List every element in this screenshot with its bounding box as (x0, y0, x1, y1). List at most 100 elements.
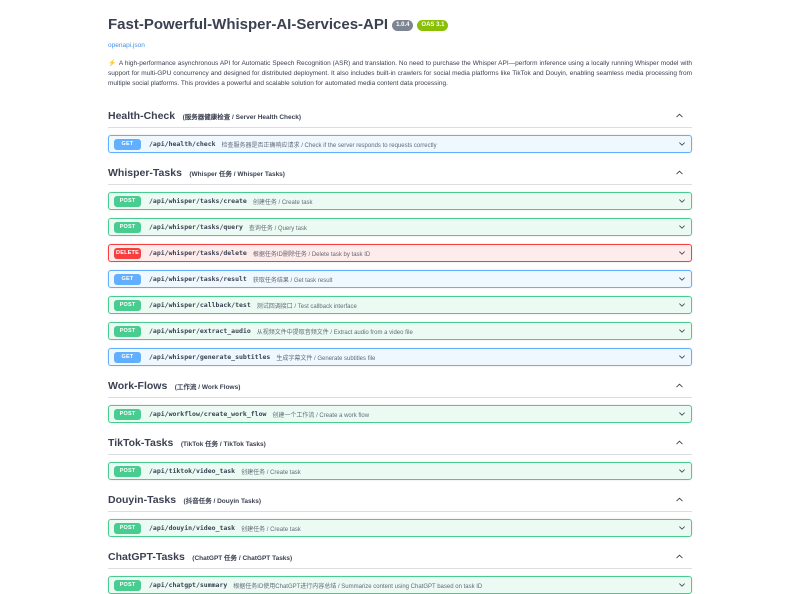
section-header[interactable]: Douyin-Tasks (抖音任务 / Douyin Tasks) (108, 488, 692, 512)
section-title: Health-Check (108, 110, 175, 122)
method-badge: POST (114, 300, 141, 311)
endpoint-path: /api/whisper/tasks/result (149, 275, 247, 283)
endpoint-list: POST /api/chatgpt/summary 根据任务ID使用ChatGP… (108, 576, 692, 594)
version-badge: 1.0.4 (392, 20, 413, 31)
endpoint-summary: 获取任务结果 / Get task result (253, 275, 678, 284)
method-badge: GET (114, 274, 141, 285)
chevron-up-icon (675, 495, 684, 504)
chevron-down-icon (678, 223, 686, 231)
section-header-text: Work-Flows (工作流 / Work Flows) (108, 376, 240, 394)
api-description: ⚡ A high-performance asynchronous API fo… (108, 59, 692, 89)
api-section: Whisper-Tasks (Whisper 任务 / Whisper Task… (108, 161, 692, 366)
endpoint-row[interactable]: POST /api/whisper/callback/test 测试回调接口 /… (108, 296, 692, 314)
section-subtitle: (工作流 / Work Flows) (175, 384, 241, 391)
endpoint-path: /api/whisper/extract_audio (149, 327, 251, 335)
endpoint-row[interactable]: GET /api/whisper/tasks/result 获取任务结果 / G… (108, 270, 692, 288)
section-subtitle: (抖音任务 / Douyin Tasks) (184, 498, 262, 505)
endpoint-row[interactable]: POST /api/douyin/video_task 创建任务 / Creat… (108, 519, 692, 537)
api-section: TikTok-Tasks (TikTok 任务 / TikTok Tasks) … (108, 431, 692, 480)
api-section: ChatGPT-Tasks (ChatGPT 任务 / ChatGPT Task… (108, 545, 692, 594)
endpoint-summary: 创建任务 / Create task (253, 197, 678, 206)
endpoint-path: /api/whisper/tasks/query (149, 223, 243, 231)
section-subtitle: (Whisper 任务 / Whisper Tasks) (189, 171, 285, 178)
api-info-block: Fast-Powerful-Whisper-AI-Services-API 1.… (108, 16, 692, 89)
method-badge: GET (114, 352, 141, 363)
chevron-up-icon (675, 552, 684, 561)
endpoint-list: POST /api/tiktok/video_task 创建任务 / Creat… (108, 462, 692, 480)
section-header[interactable]: Health-Check (服务器健康检查 / Server Health Ch… (108, 104, 692, 128)
chevron-down-icon (678, 410, 686, 418)
section-title: Douyin-Tasks (108, 494, 176, 506)
section-title: ChatGPT-Tasks (108, 551, 185, 563)
endpoint-list: POST /api/workflow/create_work_flow 创建一个… (108, 405, 692, 423)
endpoint-list: GET /api/health/check 检查服务器是否正确响应请求 / Ch… (108, 135, 692, 153)
endpoint-row[interactable]: DELETE /api/whisper/tasks/delete 根据任务ID删… (108, 244, 692, 262)
endpoint-path: /api/health/check (149, 140, 216, 148)
section-header[interactable]: TikTok-Tasks (TikTok 任务 / TikTok Tasks) (108, 431, 692, 455)
endpoint-path: /api/whisper/tasks/delete (149, 249, 247, 257)
chevron-down-icon (678, 249, 686, 257)
section-subtitle: (TikTok 任务 / TikTok Tasks) (181, 441, 266, 448)
endpoint-row[interactable]: POST /api/whisper/tasks/query 查询任务 / Que… (108, 218, 692, 236)
endpoint-path: /api/whisper/callback/test (149, 301, 251, 309)
openapi-spec-link[interactable]: openapi.json (108, 42, 145, 49)
endpoint-path: /api/whisper/tasks/create (149, 197, 247, 205)
endpoint-row[interactable]: POST /api/whisper/extract_audio 从视频文件中提取… (108, 322, 692, 340)
page-title: Fast-Powerful-Whisper-AI-Services-API 1.… (108, 16, 692, 34)
endpoint-row[interactable]: POST /api/chatgpt/summary 根据任务ID使用ChatGP… (108, 576, 692, 594)
endpoint-summary: 创建任务 / Create task (241, 467, 678, 476)
chevron-down-icon (678, 197, 686, 205)
api-section: Douyin-Tasks (抖音任务 / Douyin Tasks) POST … (108, 488, 692, 537)
section-header[interactable]: ChatGPT-Tasks (ChatGPT 任务 / ChatGPT Task… (108, 545, 692, 569)
section-title: Work-Flows (108, 380, 167, 392)
section-header[interactable]: Work-Flows (工作流 / Work Flows) (108, 374, 692, 398)
method-badge: DELETE (114, 248, 141, 259)
endpoint-path: /api/whisper/generate_subtitles (149, 353, 270, 361)
endpoint-summary: 根据任务ID删除任务 / Delete task by task ID (253, 249, 678, 258)
api-title-text: Fast-Powerful-Whisper-AI-Services-API (108, 16, 388, 34)
chevron-down-icon (678, 353, 686, 361)
endpoint-list: POST /api/whisper/tasks/create 创建任务 / Cr… (108, 192, 692, 366)
endpoint-row[interactable]: POST /api/whisper/tasks/create 创建任务 / Cr… (108, 192, 692, 210)
lightning-icon: ⚡ (108, 60, 116, 67)
method-badge: POST (114, 466, 141, 477)
method-badge: POST (114, 523, 141, 534)
api-section: Work-Flows (工作流 / Work Flows) POST /api/… (108, 374, 692, 423)
endpoint-summary: 根据任务ID使用ChatGPT进行内容总结 / Summarize conten… (233, 581, 678, 590)
endpoint-row[interactable]: POST /api/tiktok/video_task 创建任务 / Creat… (108, 462, 692, 480)
chevron-down-icon (678, 301, 686, 309)
endpoint-summary: 测试回调接口 / Test callback interface (257, 301, 678, 310)
method-badge: POST (114, 326, 141, 337)
section-header-text: ChatGPT-Tasks (ChatGPT 任务 / ChatGPT Task… (108, 547, 292, 565)
section-title: Whisper-Tasks (108, 167, 182, 179)
method-badge: POST (114, 222, 141, 233)
section-title: TikTok-Tasks (108, 437, 173, 449)
chevron-up-icon (675, 381, 684, 390)
endpoint-row[interactable]: GET /api/health/check 检查服务器是否正确响应请求 / Ch… (108, 135, 692, 153)
chevron-down-icon (678, 581, 686, 589)
endpoint-summary: 检查服务器是否正确响应请求 / Check if the server resp… (222, 140, 678, 149)
endpoint-summary: 生成字幕文件 / Generate subtitles file (276, 353, 678, 362)
chevron-down-icon (678, 327, 686, 335)
chevron-up-icon (675, 168, 684, 177)
section-header-text: Douyin-Tasks (抖音任务 / Douyin Tasks) (108, 490, 261, 508)
api-section: Health-Check (服务器健康检查 / Server Health Ch… (108, 104, 692, 153)
endpoint-row[interactable]: POST /api/workflow/create_work_flow 创建一个… (108, 405, 692, 423)
endpoint-path: /api/tiktok/video_task (149, 467, 235, 475)
endpoint-path: /api/chatgpt/summary (149, 581, 227, 589)
sections-container: Health-Check (服务器健康检查 / Server Health Ch… (108, 104, 692, 594)
chevron-up-icon (675, 111, 684, 120)
section-header[interactable]: Whisper-Tasks (Whisper 任务 / Whisper Task… (108, 161, 692, 185)
swagger-ui-page: Fast-Powerful-Whisper-AI-Services-API 1.… (108, 0, 692, 594)
chevron-down-icon (678, 467, 686, 475)
method-badge: GET (114, 139, 141, 150)
section-header-text: Health-Check (服务器健康检查 / Server Health Ch… (108, 106, 301, 124)
endpoint-list: POST /api/douyin/video_task 创建任务 / Creat… (108, 519, 692, 537)
endpoint-row[interactable]: GET /api/whisper/generate_subtitles 生成字幕… (108, 348, 692, 366)
section-subtitle: (ChatGPT 任务 / ChatGPT Tasks) (192, 555, 292, 562)
oas-badge: OAS 3.1 (417, 20, 448, 31)
chevron-down-icon (678, 140, 686, 148)
section-header-text: TikTok-Tasks (TikTok 任务 / TikTok Tasks) (108, 433, 266, 451)
api-description-text: A high-performance asynchronous API for … (108, 60, 692, 87)
section-subtitle: (服务器健康检查 / Server Health Check) (183, 114, 301, 121)
